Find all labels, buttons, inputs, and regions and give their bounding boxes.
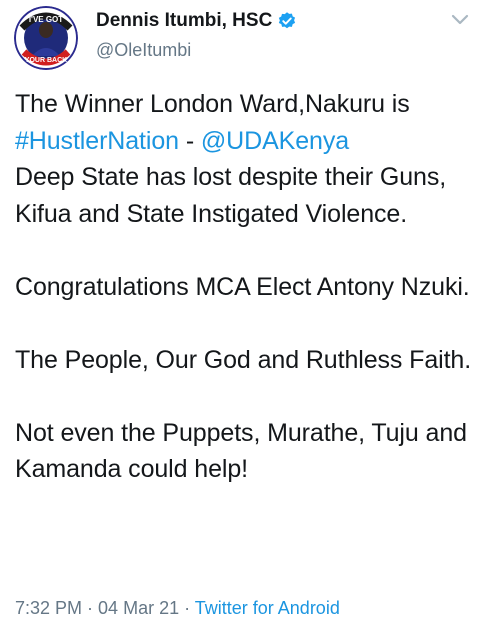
avatar-image: I'VE GOT YOUR BACK (14, 6, 78, 70)
tweet-para1-rest: Deep State has lost despite their Guns, … (15, 163, 447, 228)
tweet-paragraph-2: Congratulations MCA Elect Antony Nzuki. (15, 272, 470, 301)
meta-separator: · (82, 598, 99, 618)
meta-separator: · (179, 598, 195, 618)
tweet-paragraph-1: The Winner London Ward,Nakuru is #Hustler… (15, 86, 475, 232)
avatar-text-bottom: YOUR BACK (25, 57, 67, 64)
avatar[interactable]: I'VE GOT YOUR BACK (14, 6, 78, 70)
chevron-down-icon[interactable] (448, 10, 472, 30)
tweet-time[interactable]: 7:32 PM (15, 598, 82, 618)
avatar-text-top: I'VE GOT (29, 15, 63, 24)
tweet-text: The Winner London Ward,Nakuru is #Hustler… (15, 86, 475, 488)
author-display-name[interactable]: Dennis Itumbi, HSC (96, 10, 272, 32)
hashtag-link[interactable]: #HustlerNation (15, 127, 179, 155)
author-handle[interactable]: @OleItumbi (96, 40, 191, 61)
author-name-row: Dennis Itumbi, HSC (96, 8, 297, 34)
tweet-date[interactable]: 04 Mar 21 (98, 598, 179, 618)
verified-badge-icon (277, 11, 297, 31)
tweet-paragraph-4: Not even the Puppets, Murathe, Tuju and … (15, 418, 467, 484)
separator-text: - (178, 126, 201, 155)
tweet-source-link[interactable]: Twitter for Android (195, 598, 340, 618)
tweet-line-1: The Winner London Ward,Nakuru is (15, 90, 410, 118)
tweet-card: I'VE GOT YOUR BACK Dennis Itumbi, HSC @O… (0, 0, 480, 630)
mention-link[interactable]: @UDAKenya (201, 127, 349, 155)
tweet-meta: 7:32 PM · 04 Mar 21 · Twitter for Androi… (15, 598, 340, 619)
tweet-paragraph-3: The People, Our God and Ruthless Faith. (15, 345, 472, 374)
